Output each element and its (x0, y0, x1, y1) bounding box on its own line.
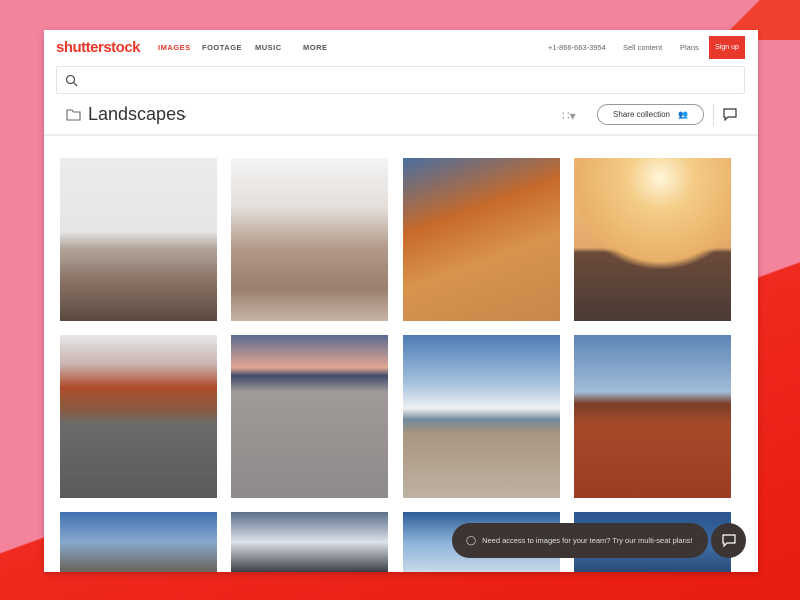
users-icon: 👥 (677, 110, 688, 119)
lightbulb-icon: ◯ (466, 535, 477, 545)
image-tile[interactable] (60, 158, 217, 321)
sell-content-link[interactable]: Sell content (623, 43, 662, 52)
image-tile[interactable] (231, 158, 388, 321)
chevron-down-icon[interactable]: ⌄ (180, 110, 188, 121)
image-tile[interactable] (231, 335, 388, 498)
toast-text: Need access to images for your team? Try… (482, 536, 693, 545)
divider (44, 134, 758, 136)
chat-button[interactable] (711, 523, 746, 558)
search-input[interactable] (56, 66, 745, 94)
divider (713, 104, 714, 126)
search-icon (65, 74, 78, 87)
comment-icon[interactable] (723, 108, 737, 121)
image-tile[interactable] (403, 335, 560, 498)
image-tile[interactable] (231, 512, 388, 572)
nav-more[interactable]: MORE (303, 43, 328, 52)
image-tile[interactable] (60, 335, 217, 498)
plans-link[interactable]: Plans (680, 43, 699, 52)
logo[interactable]: shutterstock (56, 39, 141, 56)
image-tile[interactable] (574, 158, 731, 321)
team-plans-toast[interactable]: ◯ Need access to images for your team? T… (452, 523, 708, 558)
nav-music[interactable]: MUSIC (255, 43, 282, 52)
share-label: Share collection (613, 110, 670, 119)
signup-button[interactable]: Sign up (709, 36, 745, 59)
top-nav: shutterstock IMAGES FOOTAGE MUSIC MORE +… (44, 30, 758, 64)
phone-number: +1-866-663-3954 (548, 43, 606, 52)
browser-window: shutterstock IMAGES FOOTAGE MUSIC MORE +… (44, 30, 758, 572)
nav-images[interactable]: IMAGES (158, 43, 191, 52)
folder-icon (66, 109, 81, 121)
share-collection-button[interactable]: Share collection 👥 (597, 104, 704, 125)
image-tile[interactable] (60, 512, 217, 572)
collection-title[interactable]: Landscapes (88, 104, 185, 125)
grid-view-icon[interactable]: ∷▾ (562, 109, 576, 123)
image-tile[interactable] (574, 335, 731, 498)
image-tile[interactable] (403, 158, 560, 321)
nav-footage[interactable]: FOOTAGE (202, 43, 242, 52)
chat-icon (721, 534, 736, 547)
